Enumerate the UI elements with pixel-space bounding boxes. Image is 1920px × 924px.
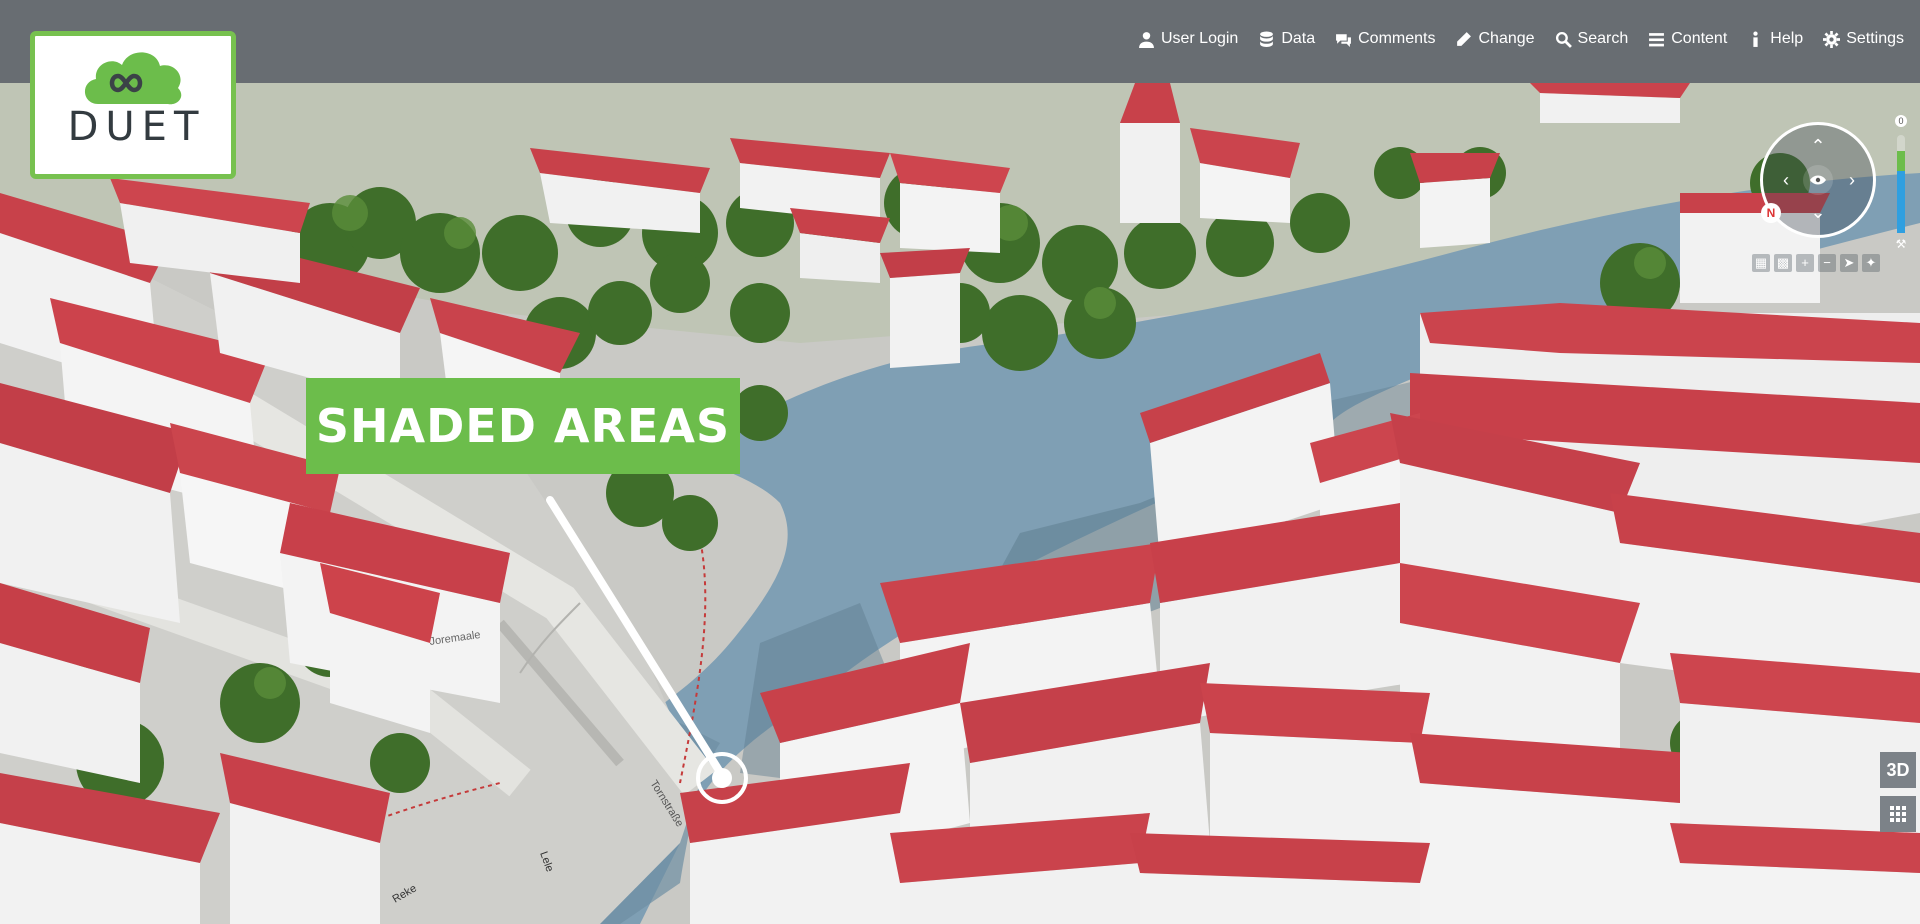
main-nav: User Login Data Comments Change Search C… xyxy=(1138,22,1904,56)
pencil-icon xyxy=(1457,31,1472,46)
shaded-areas-callout: SHADED AREAS xyxy=(306,378,740,474)
locate-icon[interactable]: ➤ xyxy=(1840,254,1858,272)
walk-icon[interactable]: ✦ xyxy=(1862,254,1880,272)
nav-settings[interactable]: Settings xyxy=(1823,30,1904,48)
nav-comments[interactable]: Comments xyxy=(1335,30,1435,48)
nav-content[interactable]: Content xyxy=(1648,30,1727,48)
nav-search[interactable]: Search xyxy=(1555,30,1629,48)
pan-down-icon[interactable]: ⌄ xyxy=(1807,203,1829,225)
nav-user-login-label: User Login xyxy=(1160,30,1239,47)
database-icon xyxy=(1260,31,1274,47)
gear-icon xyxy=(1823,30,1841,48)
nav-help-label: Help xyxy=(1770,30,1804,47)
top-bar: User Login Data Comments Change Search C… xyxy=(0,0,1920,83)
eye-icon[interactable] xyxy=(1803,165,1833,195)
nav-change-label: Change xyxy=(1478,30,1535,47)
info-icon xyxy=(1753,31,1758,47)
zoom-slider[interactable]: 0 ⚒ xyxy=(1893,115,1909,255)
3d-city-map[interactable]: Joremaale Tornstraße Reke Lele xyxy=(0,83,1920,924)
grid-view-button[interactable] xyxy=(1880,796,1916,832)
zoom-fill-green xyxy=(1897,151,1905,171)
wrench-icon[interactable]: ⚒ xyxy=(1894,237,1908,251)
nav-user-login[interactable]: User Login xyxy=(1138,30,1238,48)
logo-text: DUET xyxy=(67,104,206,150)
comments-icon xyxy=(1336,33,1352,47)
pan-left-icon[interactable]: ‹ xyxy=(1775,171,1797,193)
zoom-in-icon[interactable]: + xyxy=(1796,254,1814,272)
cloud-infinity-icon xyxy=(84,52,182,105)
view-3d-button[interactable]: 3D xyxy=(1880,752,1916,788)
duet-logo[interactable]: DUET xyxy=(30,31,236,179)
duet-app: User Login Data Comments Change Search C… xyxy=(0,0,1920,924)
zoom-out-icon[interactable]: − xyxy=(1818,254,1836,272)
nav-data-label: Data xyxy=(1281,30,1316,47)
list-icon xyxy=(1649,32,1665,46)
pan-right-icon[interactable]: › xyxy=(1841,171,1863,193)
zoom-fill-blue xyxy=(1897,171,1905,233)
nav-help[interactable]: Help xyxy=(1747,30,1803,48)
search-icon xyxy=(1555,31,1572,48)
layers-icon[interactable]: ▦ xyxy=(1752,254,1770,272)
map-toolbar: ▦ ▩ + − ➤ ✦ xyxy=(1752,254,1880,272)
nav-comments-label: Comments xyxy=(1358,30,1436,47)
north-indicator[interactable]: N xyxy=(1761,203,1781,223)
nav-search-label: Search xyxy=(1577,30,1629,47)
grid-icon xyxy=(1890,806,1906,822)
nav-content-label: Content xyxy=(1671,30,1728,47)
zoom-level-label[interactable]: 0 xyxy=(1895,115,1907,127)
map-canvas[interactable]: Joremaale Tornstraße Reke Lele xyxy=(0,83,1920,924)
grid-icon[interactable]: ▩ xyxy=(1774,254,1792,272)
user-icon xyxy=(1139,31,1154,48)
compass-widget[interactable]: ⌃ ⌄ ‹ › N xyxy=(1760,122,1876,238)
nav-change[interactable]: Change xyxy=(1455,30,1535,48)
pan-up-icon[interactable]: ⌃ xyxy=(1807,137,1829,159)
nav-data[interactable]: Data xyxy=(1258,30,1315,48)
nav-settings-label: Settings xyxy=(1846,30,1904,47)
